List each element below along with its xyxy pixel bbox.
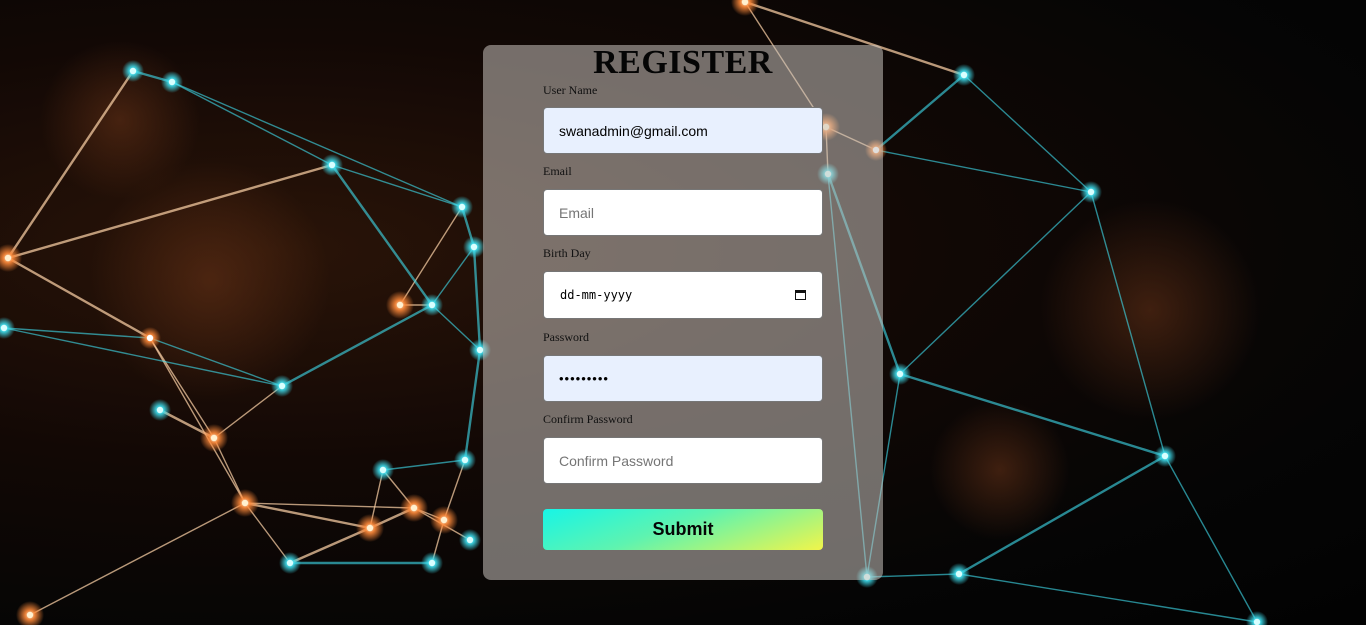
network-node: [410, 504, 418, 512]
calendar-icon[interactable]: [795, 289, 806, 300]
network-line: [29, 502, 246, 616]
network-node: [241, 499, 249, 507]
birthday-label: Birth Day: [543, 246, 591, 260]
network-line: [963, 74, 1092, 193]
network-node: [129, 67, 137, 75]
network-node: [278, 382, 286, 390]
submit-button[interactable]: Submit: [543, 509, 823, 550]
network-node: [960, 71, 968, 79]
password-input[interactable]: [543, 355, 823, 402]
network-line: [874, 73, 966, 152]
network-node: [458, 203, 466, 211]
network-node: [1253, 618, 1261, 625]
birthday-date-input[interactable]: dd-mm-yyyy: [543, 271, 823, 319]
network-line: [875, 149, 1092, 193]
birthday-date-format: dd-mm-yyyy: [560, 288, 633, 302]
network-node: [210, 434, 218, 442]
network-line: [330, 163, 434, 307]
username-input[interactable]: [543, 107, 823, 154]
confirm-password-input[interactable]: [543, 437, 823, 484]
network-node: [379, 466, 387, 474]
network-node: [4, 254, 12, 262]
network-node: [168, 78, 176, 86]
network-node: [428, 559, 436, 567]
network-node: [1161, 452, 1169, 460]
password-label: Password: [543, 330, 590, 344]
network-line: [463, 348, 482, 462]
network-line: [958, 573, 1258, 623]
network-line: [399, 206, 463, 306]
network-node: [156, 406, 164, 414]
network-node: [286, 559, 294, 567]
network-line: [331, 164, 463, 208]
network-node: [470, 243, 478, 251]
network-node: [1087, 188, 1095, 196]
network-node: [955, 570, 963, 578]
email-input[interactable]: [543, 189, 823, 236]
network-node: [461, 456, 469, 464]
confirm-password-label: Confirm Password: [543, 412, 633, 426]
page-title: REGISTER: [593, 44, 773, 81]
network-node: [896, 370, 904, 378]
network-line: [1164, 455, 1258, 623]
email-label: Email: [543, 164, 572, 178]
network-line: [382, 459, 466, 471]
network-node: [146, 334, 154, 342]
network-node: [26, 611, 34, 619]
network-node: [0, 324, 8, 332]
network-node: [366, 524, 374, 532]
network-node: [428, 301, 436, 309]
network-node: [466, 536, 474, 544]
network-node: [396, 301, 404, 309]
network-node: [440, 516, 448, 524]
network-node: [328, 161, 336, 169]
network-line: [472, 245, 482, 352]
register-card: REGISTER User Name Email Birth Day dd-mm…: [483, 45, 883, 580]
username-label: User Name: [543, 83, 598, 97]
